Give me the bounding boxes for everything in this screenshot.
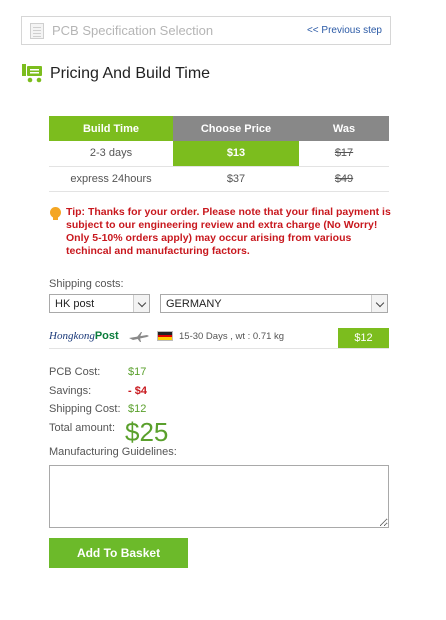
add-to-basket-button[interactable]: Add To Basket — [49, 538, 188, 568]
price-option[interactable]: $37 — [173, 166, 299, 192]
shipping-cost-value: $12 — [128, 403, 147, 415]
previous-step-link[interactable]: << Previous step — [307, 25, 382, 36]
total-amount-value: $25 — [125, 417, 169, 447]
chevron-down-icon — [133, 295, 149, 312]
savings-label: Savings: — [49, 385, 92, 397]
pcb-cost-label: PCB Cost: — [49, 366, 101, 378]
shipping-option-row[interactable]: HongkongPost 15-30 Days , wt : 0.71 kg $… — [49, 326, 389, 349]
guidelines-textarea[interactable] — [49, 465, 389, 528]
was-price-cell: $17 — [299, 141, 389, 167]
carrier-select-value: HK post — [55, 298, 95, 310]
document-icon — [30, 23, 44, 39]
shipping-label: Shipping costs: — [49, 278, 124, 290]
country-select[interactable]: GERMANY — [160, 294, 388, 313]
savings-value: - $4 — [128, 385, 147, 397]
logo-text-bold: Post — [94, 330, 119, 342]
choose-price-header: Choose Price — [173, 116, 299, 141]
total-amount-label: Total amount: — [49, 422, 116, 434]
build-time-cell: express 24hours — [49, 166, 173, 192]
tip-text: Tip: Thanks for your order. Please note … — [66, 206, 391, 257]
step-header: PCB Specification Selection << Previous … — [21, 16, 391, 45]
table-row[interactable]: express 24hours $37 $49 — [49, 166, 389, 192]
pricing-table: Build Time Choose Price Was 2-3 days $13… — [49, 116, 389, 192]
step-title: PCB Specification Selection — [52, 23, 214, 38]
was-price-cell: $49 — [299, 166, 389, 192]
guidelines-label: Manufacturing Guidelines: — [49, 446, 177, 458]
shopping-cart-icon — [22, 64, 42, 83]
shipping-price[interactable]: $12 — [338, 328, 389, 348]
price-option-selected[interactable]: $13 — [173, 141, 299, 167]
logo-text: Hongkong — [49, 330, 95, 342]
was-header: Was — [299, 116, 389, 141]
shipping-cost-label: Shipping Cost: — [49, 403, 121, 415]
carrier-select[interactable]: HK post — [49, 294, 150, 313]
lightbulb-icon — [50, 207, 61, 220]
section-title: Pricing And Build Time — [50, 65, 211, 82]
chevron-down-icon — [371, 295, 387, 312]
pcb-cost-value: $17 — [128, 366, 147, 378]
build-time-cell: 2-3 days — [49, 141, 173, 167]
build-time-header: Build Time — [49, 116, 173, 141]
table-row[interactable]: 2-3 days $13 $17 — [49, 141, 389, 167]
germany-flag-icon — [157, 331, 173, 341]
country-select-value: GERMANY — [166, 298, 222, 310]
shipping-info: 15-30 Days , wt : 0.71 kg — [179, 331, 285, 342]
airplane-icon — [129, 332, 149, 342]
hongkong-post-logo: HongkongPost — [49, 330, 119, 342]
